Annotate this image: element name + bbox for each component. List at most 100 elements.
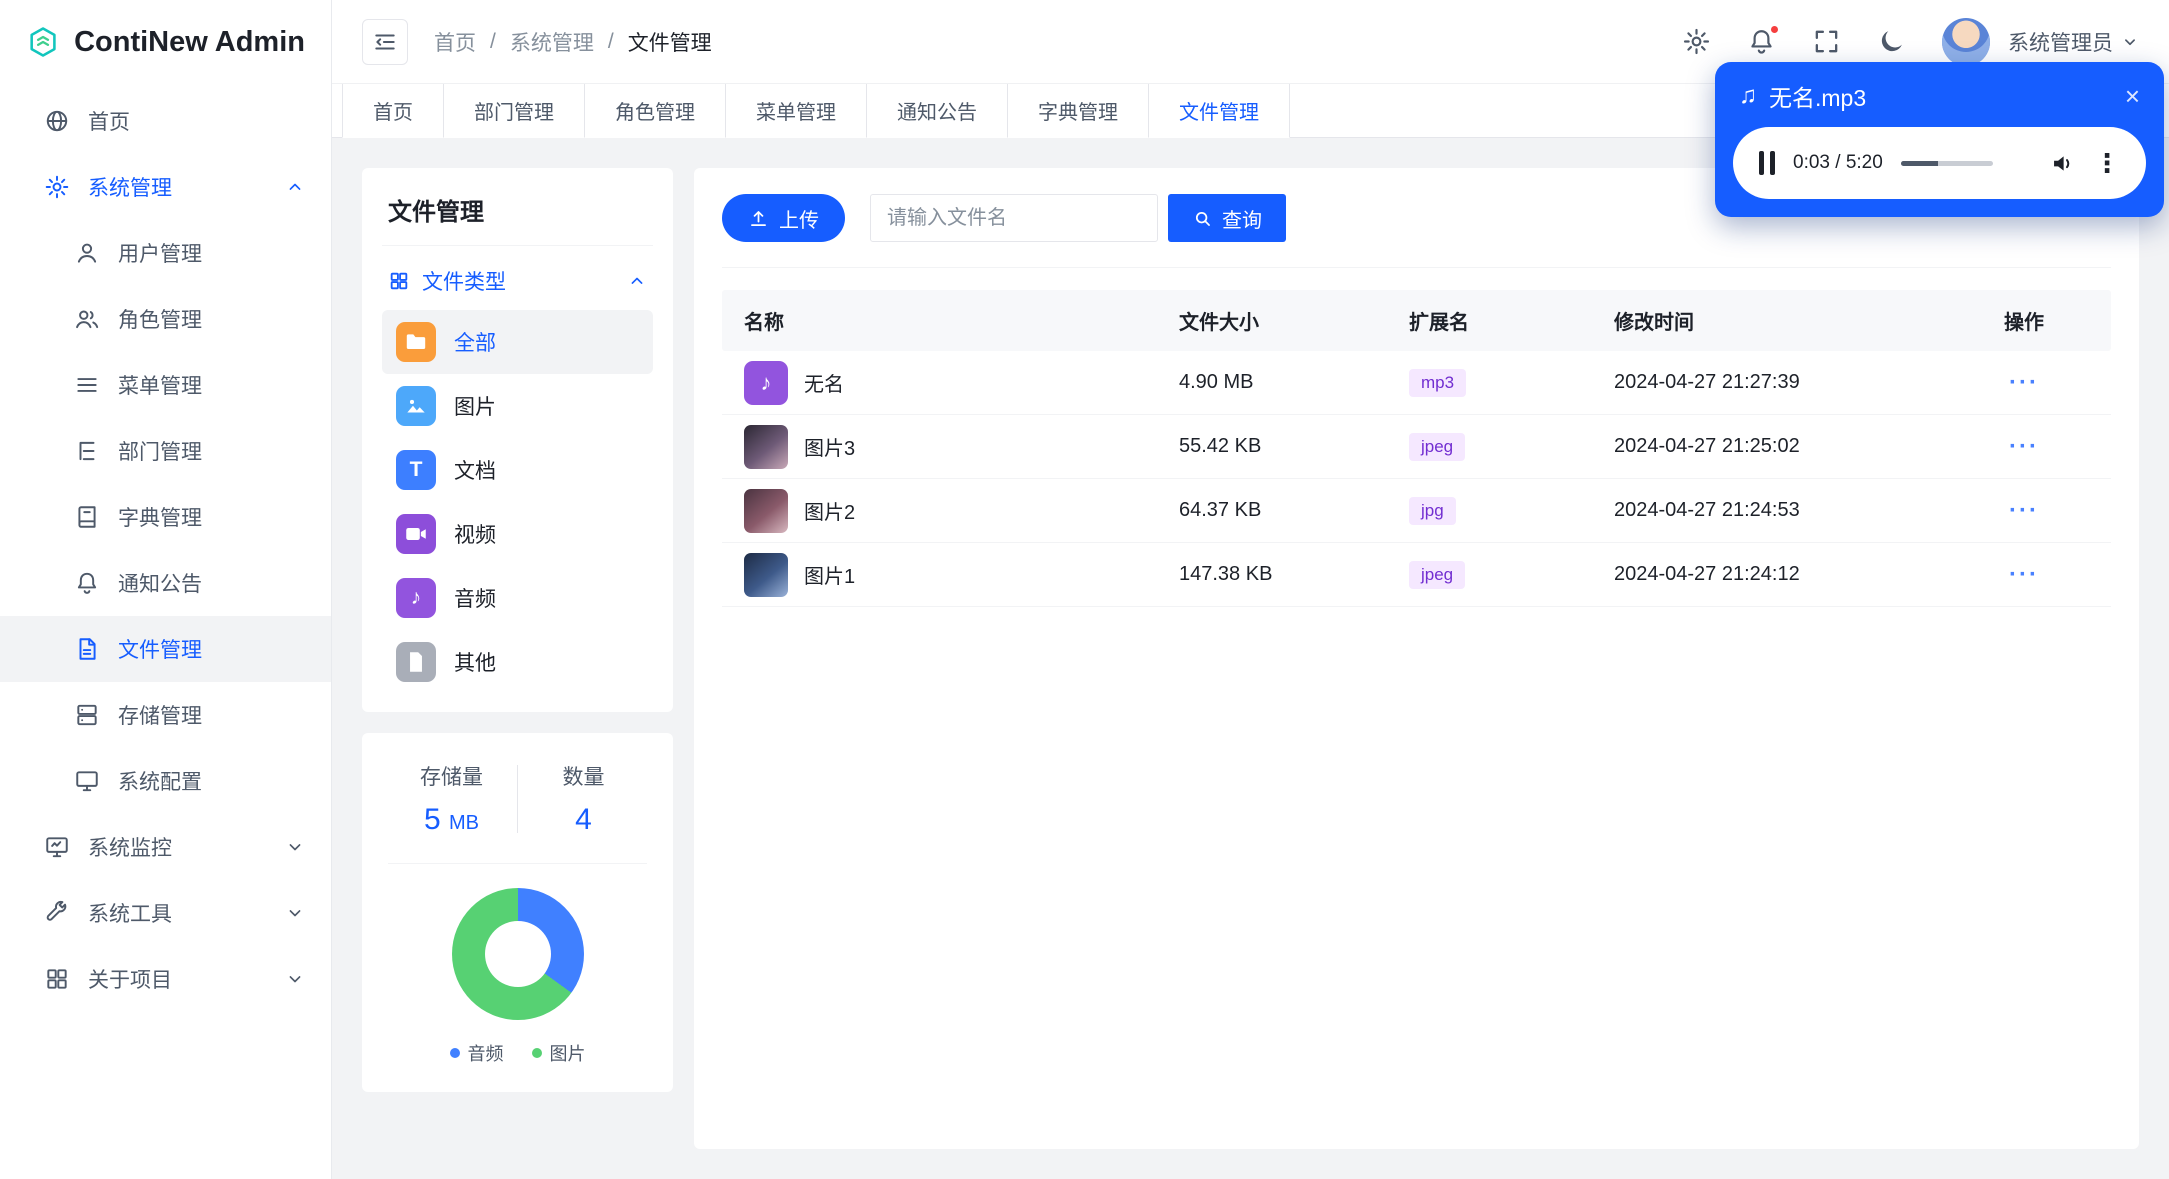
- query-label: 查询: [1222, 209, 1262, 232]
- row-more-button[interactable]: ···: [1959, 561, 2089, 589]
- player-menu-button[interactable]: ⋮: [2094, 148, 2120, 179]
- sidebar-group-monitor[interactable]: 系统监控: [0, 814, 331, 880]
- table-row[interactable]: 图片1 147.38 KB jpeg 2024-04-27 21:24:12 ·…: [722, 543, 2111, 607]
- file-thumbnail: [744, 488, 788, 533]
- fullscreen-icon[interactable]: [1812, 27, 1841, 56]
- sidebar-group-system[interactable]: 系统管理: [0, 154, 331, 220]
- tab-role[interactable]: 角色管理: [585, 84, 726, 138]
- search-group: 查询: [870, 194, 1286, 242]
- file-type-all[interactable]: 全部: [382, 310, 653, 374]
- row-more-button[interactable]: ···: [1959, 369, 2089, 397]
- dark-mode-moon-icon[interactable]: [1877, 27, 1906, 56]
- document-icon: T: [396, 450, 436, 490]
- volume-icon[interactable]: [2049, 150, 2076, 177]
- sidebar-menu: 首页 系统管理 用户管理 角色管理 菜单管理 部门管理 字典管理 通知公告 文件…: [0, 84, 331, 1179]
- sidebar-item-role[interactable]: 角色管理: [0, 286, 331, 352]
- file-type-audio[interactable]: ♪ 音频: [382, 566, 653, 630]
- sidebar: ContiNew Admin 首页 系统管理 用户管理 角色管理 菜单管理 部门…: [0, 0, 332, 1179]
- file-type-other[interactable]: 其他: [382, 630, 653, 694]
- breadcrumb: 首页 / 系统管理 / 文件管理: [434, 27, 712, 57]
- monitor-icon: [74, 768, 100, 794]
- chevron-down-icon: [285, 837, 305, 857]
- settings-icon[interactable]: [1682, 27, 1711, 56]
- column-header-ext: 扩展名: [1409, 312, 1469, 334]
- file-type-label: 图片: [454, 396, 496, 419]
- menu-label: 部门管理: [118, 441, 202, 464]
- legend-dot-audio: [449, 1048, 460, 1058]
- grid-icon: [388, 270, 410, 292]
- legend-dot-image: [531, 1048, 542, 1058]
- legend-label: 音频: [467, 1044, 504, 1064]
- sidebar-item-menu[interactable]: 菜单管理: [0, 352, 331, 418]
- search-icon: [1192, 208, 1213, 229]
- storage-value: 5: [423, 803, 441, 836]
- sidebar-item-dept[interactable]: 部门管理: [0, 418, 331, 484]
- sidebar-item-storage[interactable]: 存储管理: [0, 682, 331, 748]
- query-button[interactable]: 查询: [1168, 194, 1286, 242]
- close-icon[interactable]: ×: [2125, 83, 2140, 109]
- book-icon: [74, 504, 100, 530]
- sidebar-item-home[interactable]: 首页: [0, 88, 331, 154]
- sidebar-group-about[interactable]: 关于项目: [0, 946, 331, 1012]
- breadcrumb-home[interactable]: 首页: [434, 27, 476, 57]
- seek-bar[interactable]: [1900, 160, 1993, 166]
- chevron-down-icon: [285, 969, 305, 989]
- users-icon: [74, 306, 100, 332]
- file-type-panel: 文件管理 文件类型 全部 图片 T 文档 视频 ♪ 音频 其他: [362, 168, 673, 712]
- table-row[interactable]: ♪ 无名 4.90 MB mp3 2024-04-27 21:27:39 ···: [722, 351, 2111, 415]
- storage-unit: MB: [449, 812, 480, 834]
- table-row[interactable]: 图片2 64.37 KB jpg 2024-04-27 21:24:53 ···: [722, 479, 2111, 543]
- user-menu[interactable]: 系统管理员: [2008, 27, 2139, 57]
- file-type-group-label: 文件类型: [422, 271, 506, 294]
- sidebar-item-config[interactable]: 系统配置: [0, 748, 331, 814]
- row-more-button[interactable]: ···: [1959, 497, 2089, 525]
- file-name: 无名: [804, 374, 844, 396]
- left-column: 文件管理 文件类型 全部 图片 T 文档 视频 ♪ 音频 其他 存储量 5 MB…: [362, 168, 673, 1149]
- menu-lines-icon: [74, 372, 100, 398]
- app-logo-row[interactable]: ContiNew Admin: [0, 0, 331, 84]
- file-type-video[interactable]: 视频: [382, 502, 653, 566]
- bell-icon: [74, 570, 100, 596]
- grid-icon: [44, 966, 70, 992]
- file-type-label: 文档: [454, 460, 496, 483]
- tab-dict[interactable]: 字典管理: [1008, 84, 1149, 138]
- storage-stats-panel: 存储量 5 MB 数量 4 音频 图片: [362, 733, 673, 1092]
- tab-notice[interactable]: 通知公告: [867, 84, 1008, 138]
- file-name: 图片2: [804, 502, 856, 524]
- tab-menu[interactable]: 菜单管理: [726, 84, 867, 138]
- count-value: 4: [575, 803, 592, 836]
- sidebar-collapse-button[interactable]: [362, 18, 408, 65]
- panel-title: 文件管理: [382, 192, 653, 246]
- file-type-list: 全部 图片 T 文档 视频 ♪ 音频 其他: [382, 310, 653, 694]
- file-type-image[interactable]: 图片: [382, 374, 653, 438]
- menu-label: 系统管理: [88, 177, 172, 200]
- file-type-document[interactable]: T 文档: [382, 438, 653, 502]
- file-icon: [74, 636, 100, 662]
- tab-file[interactable]: 文件管理: [1149, 84, 1290, 138]
- search-input[interactable]: [870, 194, 1158, 242]
- upload-icon: [748, 208, 769, 229]
- audio-icon: ♪: [396, 578, 436, 618]
- ext-badge: mp3: [1409, 368, 1467, 397]
- pause-button[interactable]: [1759, 151, 1775, 175]
- file-name: 图片1: [804, 566, 856, 588]
- sidebar-group-tools[interactable]: 系统工具: [0, 880, 331, 946]
- sidebar-item-dict[interactable]: 字典管理: [0, 484, 331, 550]
- notification-bell-icon[interactable]: [1747, 24, 1780, 56]
- sidebar-item-notice[interactable]: 通知公告: [0, 550, 331, 616]
- user-avatar[interactable]: [1942, 17, 1990, 66]
- sidebar-item-file[interactable]: 文件管理: [0, 616, 331, 682]
- sidebar-item-user[interactable]: 用户管理: [0, 220, 331, 286]
- tab-dept[interactable]: 部门管理: [444, 84, 585, 138]
- row-more-button[interactable]: ···: [1959, 433, 2089, 461]
- breadcrumb-system[interactable]: 系统管理: [510, 27, 594, 57]
- file-type-group-header[interactable]: 文件类型: [382, 246, 653, 310]
- wrench-icon: [44, 900, 70, 926]
- tab-home[interactable]: 首页: [342, 84, 444, 138]
- file-icon: [396, 642, 436, 682]
- upload-button[interactable]: 上传: [722, 194, 845, 242]
- menu-label: 角色管理: [118, 309, 202, 332]
- image-icon: [396, 386, 436, 426]
- table-row[interactable]: 图片3 55.42 KB jpeg 2024-04-27 21:25:02 ··…: [722, 415, 2111, 479]
- file-time: 2024-04-27 21:24:12: [1614, 563, 1800, 585]
